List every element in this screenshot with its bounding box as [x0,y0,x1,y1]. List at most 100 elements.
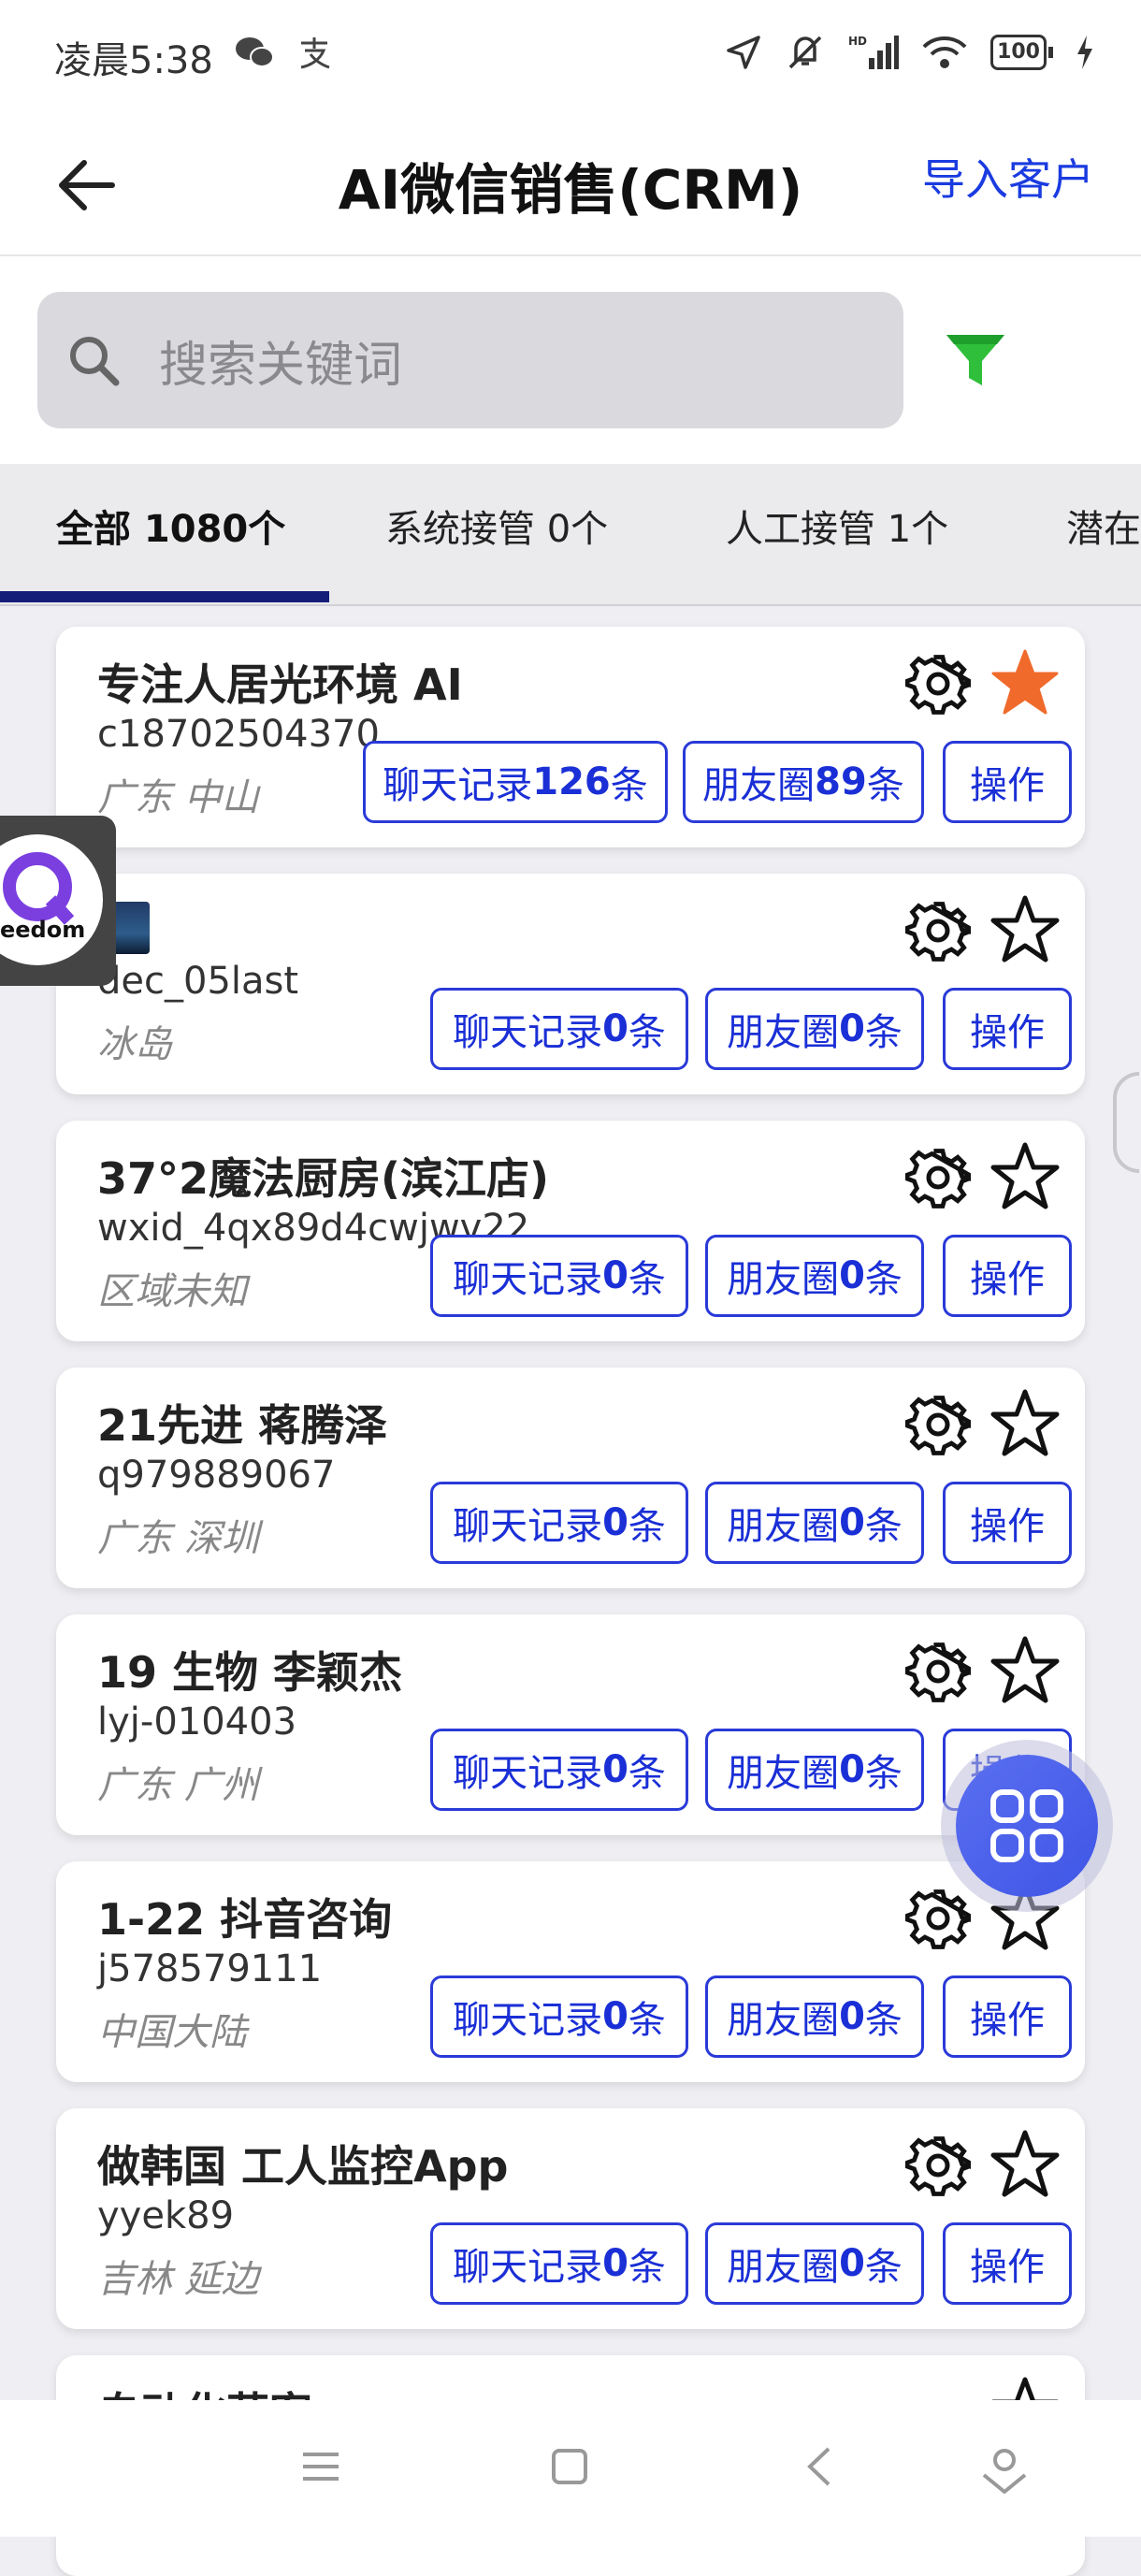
mute-icon [785,32,826,73]
customer-name: 21先进 蒋腾泽 [97,1400,388,1451]
chat-history-button[interactable]: 聊天记录 0 条 [430,1975,688,2058]
moments-button[interactable]: 朋友圈 0 条 [705,988,924,1070]
chat-history-label: 聊天记录 [453,1011,603,1054]
moments-unit: 条 [864,1258,903,1301]
chat-history-button[interactable]: 聊天记录 0 条 [430,2222,688,2305]
filter-tabs: 全部 1080个 系统接管 0个 人工接管 1个 潜在 [0,464,1141,606]
floating-app-logo[interactable]: eedom [0,816,116,986]
menu-icon[interactable] [297,2443,344,2490]
moments-count: 0 [839,1501,865,1544]
chat-history-count: 0 [602,1254,628,1297]
moments-button[interactable]: 朋友圈 0 条 [705,1235,924,1317]
action-button[interactable]: 操作 [943,1482,1072,1564]
import-customers-button[interactable]: 导入客户 [922,146,1094,208]
moments-unit: 条 [864,1999,903,2042]
star-icon[interactable] [989,894,1061,965]
tab-all[interactable]: 全部 1080个 [56,464,285,604]
customer-wechat-id: yyek89 [97,2194,235,2237]
customer-location: 中国大陆 [97,2011,247,2054]
action-button[interactable]: 操作 [943,988,1072,1070]
moments-unit: 条 [864,2246,903,2289]
moments-count: 0 [839,2242,865,2285]
grid-menu-icon [990,1789,1063,1862]
chat-history-button[interactable]: 聊天记录 0 条 [430,1235,688,1317]
moments-button[interactable]: 朋友圈 0 条 [705,1975,924,2058]
moments-count: 0 [839,1007,865,1050]
search-input[interactable]: 搜索关键词 [37,292,903,428]
chat-history-count: 0 [602,1748,628,1791]
customer-card[interactable]: 37°2魔法厨房(滨江店) wxid_4qx89d4cwjwv22 区域未知 聊… [56,1121,1085,1341]
chat-history-unit: 条 [628,1505,666,1548]
customer-location: 区域未知 [97,1270,247,1313]
settings-gear-icon[interactable] [905,2133,971,2198]
search-placeholder: 搜索关键词 [159,337,403,394]
star-icon[interactable] [989,2129,1061,2200]
star-icon[interactable] [989,1635,1061,1706]
action-button[interactable]: 操作 [943,1235,1072,1317]
settings-gear-icon[interactable] [905,1639,971,1704]
settings-gear-icon[interactable] [905,1392,971,1457]
customer-wechat-id: q979889067 [97,1454,336,1497]
logo-circle [0,834,103,965]
customer-name: 专注人居光环境 AI [97,659,463,710]
moments-unit: 条 [864,1011,903,1054]
moments-button[interactable]: 朋友圈 0 条 [705,2222,924,2305]
customer-card[interactable]: 1-22 抖音咨询 j578579111 中国大陆 聊天记录 0 条 朋友圈 0 条 操… [56,1861,1085,2082]
wifi-icon [921,34,968,71]
battery-level: 100 [990,35,1047,70]
star-icon-filled[interactable] [989,647,1061,718]
customer-wechat-id: dec_05last [97,960,299,1003]
battery-icon: 100 [990,35,1053,70]
chat-history-unit: 条 [628,1999,666,2042]
customer-card[interactable]: dec_05last 冰岛 聊天记录 0 条 朋友圈 0 条 操作 [56,874,1085,1094]
status-bar: 凌晨5:38 HD 100 [0,0,1141,112]
edge-swipe-handle[interactable] [1113,1072,1139,1173]
customer-card[interactable]: 做韩国 工人监控App yyek89 吉林 延边 聊天记录 0 条 朋友圈 0 条 操作 [56,2108,1085,2329]
chat-history-button[interactable]: 聊天记录 0 条 [430,988,688,1070]
action-button[interactable]: 操作 [943,2222,1072,2305]
action-button[interactable]: 操作 [943,741,1072,823]
customer-location: 广东 中山 [97,776,259,819]
tab-manual-managed[interactable]: 人工接管 1个 [726,464,948,604]
fab-core [956,1755,1098,1897]
location-icon [725,34,762,71]
star-icon[interactable] [989,1141,1061,1212]
tab-potential[interactable]: 潜在 [1066,464,1141,604]
settings-gear-icon[interactable] [905,651,971,716]
moments-button[interactable]: 朋友圈 89 条 [683,741,924,823]
moments-label: 朋友圈 [727,1258,840,1301]
settings-gear-icon[interactable] [905,898,971,963]
star-icon[interactable] [989,1388,1061,1459]
chat-history-label: 聊天记录 [453,1505,603,1548]
filter-icon[interactable] [943,327,1008,393]
chat-history-button[interactable]: 聊天记录 0 条 [430,1482,688,1564]
customer-wechat-id: c18702504370 [97,713,380,756]
chat-history-button[interactable]: 聊天记录 126 条 [363,741,668,823]
floating-menu-button[interactable] [941,1740,1113,1912]
moments-unit: 条 [864,1505,903,1548]
customer-name: 1-22 抖音咨询 [97,1894,393,1945]
tab-system-managed[interactable]: 系统接管 0个 [385,464,608,604]
back-nav-icon[interactable] [797,2443,844,2490]
customer-card[interactable]: 21先进 蒋腾泽 q979889067 广东 深圳 聊天记录 0 条 朋友圈 0 条 操… [56,1368,1085,1588]
alipay-icon [296,34,333,80]
moments-button[interactable]: 朋友圈 0 条 [705,1729,924,1811]
chat-history-count: 0 [602,1007,628,1050]
moments-label: 朋友圈 [727,1752,840,1795]
customer-card[interactable]: 19 生物 李颖杰 lyj-010403 广东 广州 聊天记录 0 条 朋友圈 0 条 … [56,1614,1085,1835]
action-button[interactable]: 操作 [943,1975,1072,2058]
chat-history-button[interactable]: 聊天记录 0 条 [430,1729,688,1811]
active-tab-indicator [0,591,329,602]
home-icon[interactable] [546,2443,593,2490]
status-time: 凌晨5:38 [54,39,213,82]
settings-gear-icon[interactable] [905,1145,971,1210]
customer-card[interactable]: 专注人居光环境 AI c18702504370 广东 中山 聊天记录 126 条 朋… [56,627,1085,847]
q-logo-icon [3,852,75,925]
moments-label: 朋友圈 [727,1999,840,2042]
system-nav-bar [0,2400,1141,2537]
chat-history-label: 聊天记录 [453,1999,603,2042]
moments-button[interactable]: 朋友圈 0 条 [705,1482,924,1564]
moments-label: 朋友圈 [702,764,816,807]
chat-history-label: 聊天记录 [453,2246,603,2289]
assistant-icon[interactable] [978,2443,1031,2496]
